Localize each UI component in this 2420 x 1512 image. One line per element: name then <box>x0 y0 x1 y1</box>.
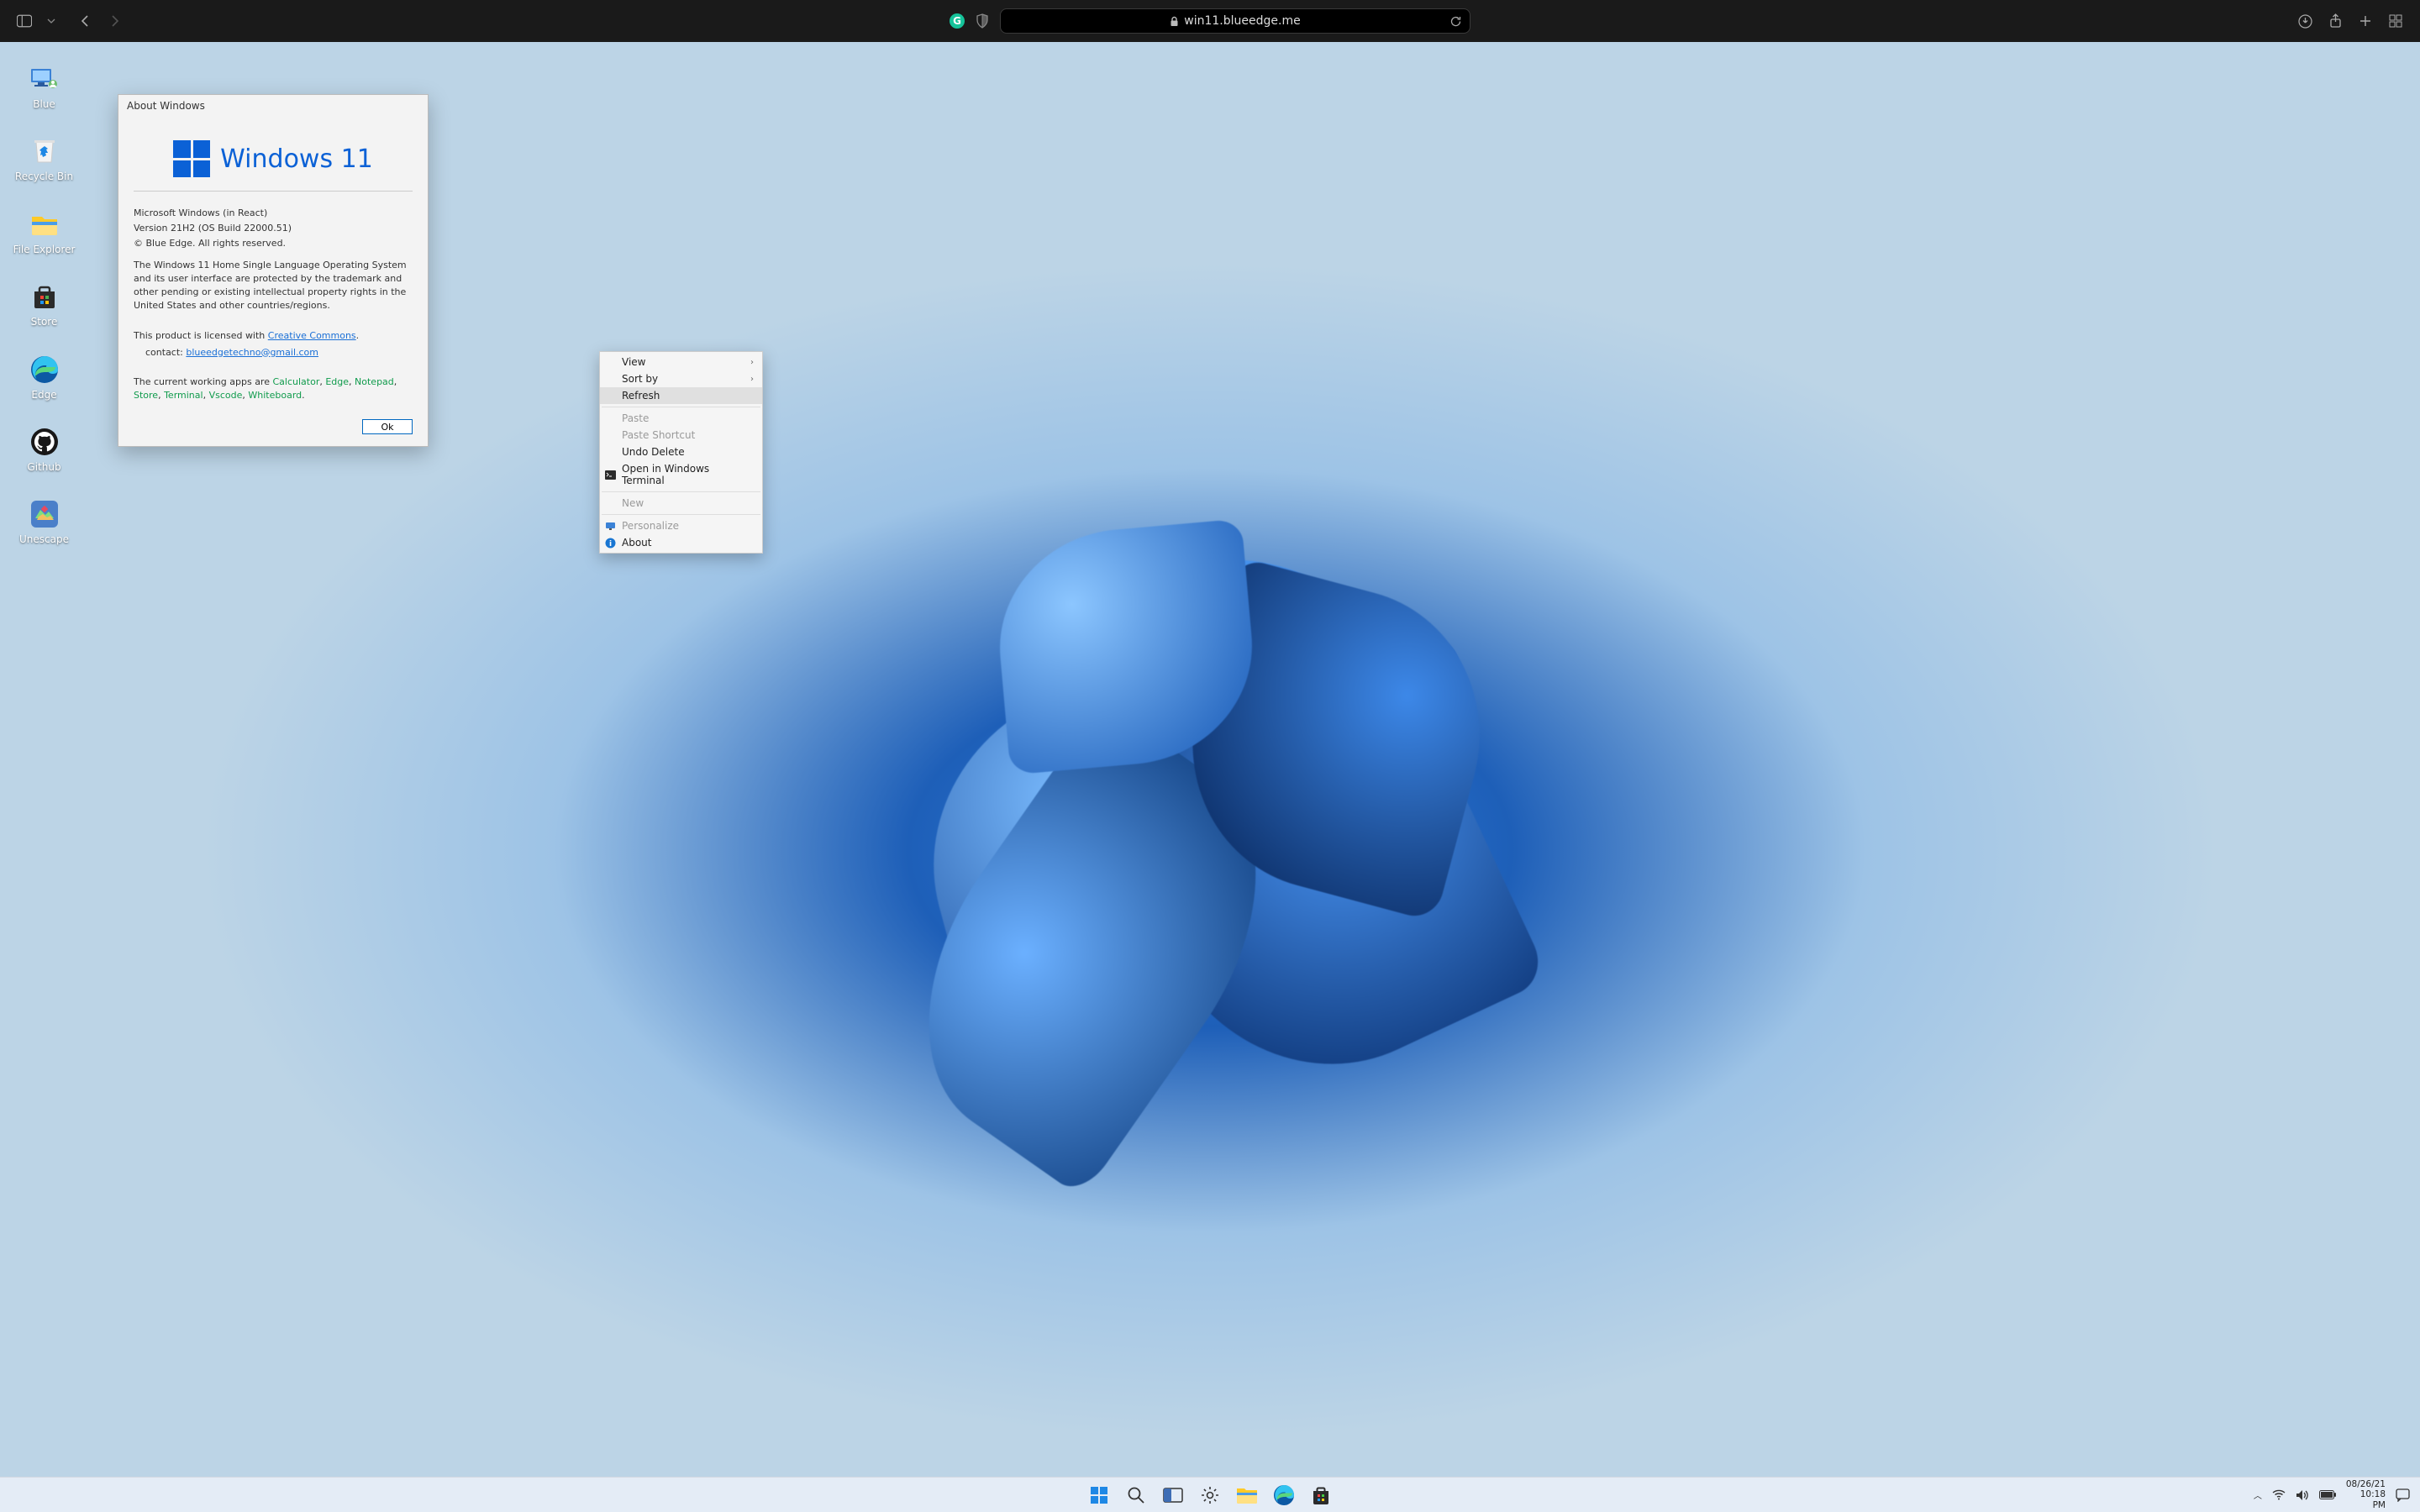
wallpaper <box>832 512 1588 1100</box>
desktop-icon-label: Edge <box>31 389 56 401</box>
github-icon <box>29 426 60 458</box>
browser-toolbar: G win11.blueedge.me <box>0 0 2420 42</box>
app-link[interactable]: Whiteboard <box>248 390 302 401</box>
desktop-icon-label: Store <box>31 316 58 328</box>
ctx-separator <box>602 491 760 492</box>
notifications-icon[interactable] <box>2396 1488 2410 1502</box>
creative-commons-link[interactable]: Creative Commons <box>268 330 356 341</box>
privacy-shield-icon[interactable] <box>975 13 990 29</box>
tray-time: 10:18 <box>2346 1489 2386 1499</box>
ctx-personalize: Personalize <box>600 517 762 534</box>
tray-ampm: PM <box>2346 1500 2386 1510</box>
tray-date: 08/26/21 <box>2346 1479 2386 1489</box>
app-link[interactable]: Notepad <box>355 376 394 387</box>
ok-button[interactable]: Ok <box>362 419 413 434</box>
address-bar[interactable]: win11.blueedge.me <box>1000 8 1470 34</box>
nav-forward-icon[interactable] <box>108 13 123 29</box>
about-version-line: Version 21H2 (OS Build 22000.51) <box>134 222 413 235</box>
url-text: win11.blueedge.me <box>1184 14 1300 28</box>
desktop-icon-store[interactable]: Store <box>13 281 76 328</box>
ctx-undo-delete[interactable]: Undo Delete <box>600 444 762 460</box>
chevron-right-icon: › <box>750 375 754 384</box>
desktop-icon-github[interactable]: Github <box>13 426 76 473</box>
app-link[interactable]: Terminal <box>164 390 203 401</box>
about-legal-text: The Windows 11 Home Single Language Oper… <box>134 259 413 312</box>
store-button[interactable] <box>1307 1481 1335 1509</box>
battery-icon[interactable] <box>2319 1490 2336 1499</box>
tabs-grid-icon[interactable] <box>2388 13 2403 29</box>
taskbar-datetime[interactable]: 08/26/21 10:18 PM <box>2346 1479 2386 1509</box>
desktop-icon-label: Recycle Bin <box>15 171 73 182</box>
about-windows-dialog: About Windows Windows 11 Microsoft Windo… <box>118 94 429 447</box>
search-button[interactable] <box>1122 1481 1150 1509</box>
reload-icon[interactable] <box>1448 13 1463 29</box>
start-button[interactable] <box>1085 1481 1113 1509</box>
ctx-paste-shortcut: Paste Shortcut <box>600 427 762 444</box>
ctx-about[interactable]: i About <box>600 534 762 551</box>
about-product-line: Microsoft Windows (in React) <box>134 207 413 220</box>
user-pc-icon <box>29 63 60 95</box>
file-explorer-button[interactable] <box>1233 1481 1261 1509</box>
ctx-open-terminal[interactable]: Open in Windows Terminal <box>600 460 762 489</box>
sidebar-toggle-icon[interactable] <box>17 13 32 29</box>
contact-email-link[interactable]: blueedgetechno@gmail.com <box>186 347 318 358</box>
desktop-icon-label: Unescape <box>19 533 69 545</box>
desktop-icon-label: Blue <box>33 98 55 110</box>
desktop-icon-explorer[interactable]: File Explorer <box>13 208 76 255</box>
unescape-icon <box>29 498 60 530</box>
downloads-icon[interactable] <box>2297 13 2312 29</box>
windows-logo-icon <box>173 140 210 177</box>
ctx-new: New <box>600 495 762 512</box>
edge-browser-icon <box>29 354 60 386</box>
tray-chevron-up-icon[interactable]: ︿ <box>2254 1488 2262 1501</box>
app-link[interactable]: Vscode <box>209 390 243 401</box>
file-explorer-icon <box>29 208 60 240</box>
new-tab-icon[interactable] <box>2358 13 2373 29</box>
about-apps-line: The current working apps are Calculator,… <box>134 375 413 402</box>
lock-icon <box>1170 16 1179 27</box>
task-view-button[interactable] <box>1159 1481 1187 1509</box>
desktop-context-menu: View› Sort by› Refresh Paste Paste Short… <box>599 351 763 554</box>
info-icon: i <box>604 537 616 549</box>
wifi-icon[interactable] <box>2272 1489 2286 1500</box>
system-tray: ︿ 08/26/21 10:18 PM <box>2254 1479 2420 1509</box>
ctx-refresh[interactable]: Refresh <box>600 387 762 404</box>
volume-icon[interactable] <box>2296 1489 2309 1501</box>
desktop-icon-user[interactable]: Blue <box>13 63 76 110</box>
recycle-bin-icon <box>29 135 60 167</box>
app-link[interactable]: Store <box>134 390 158 401</box>
desktop-icon-label: Github <box>27 461 60 473</box>
ctx-separator <box>602 514 760 515</box>
edge-button[interactable] <box>1270 1481 1298 1509</box>
chevron-right-icon: › <box>750 358 754 367</box>
dialog-title: About Windows <box>118 95 428 117</box>
settings-button[interactable] <box>1196 1481 1224 1509</box>
nav-back-icon[interactable] <box>77 13 92 29</box>
desktop-icons: Blue Recycle Bin File Explorer Store Edg… <box>13 63 76 546</box>
desktop-icon-recycle[interactable]: Recycle Bin <box>13 135 76 182</box>
desktop-icon-label: File Explorer <box>13 244 76 255</box>
share-icon[interactable] <box>2328 13 2343 29</box>
ctx-paste: Paste <box>600 410 762 427</box>
about-copyright-line: © Blue Edge. All rights reserved. <box>134 237 413 250</box>
taskbar-center <box>1085 1481 1335 1509</box>
windows-product-name: Windows 11 <box>220 144 373 174</box>
desktop-icon-unescape[interactable]: Unescape <box>13 498 76 545</box>
chevron-down-icon[interactable] <box>47 13 55 29</box>
terminal-icon <box>604 469 616 480</box>
ctx-sort-by[interactable]: Sort by› <box>600 370 762 387</box>
store-icon <box>29 281 60 312</box>
grammarly-icon[interactable]: G <box>950 13 965 29</box>
desktop-icon-edge[interactable]: Edge <box>13 354 76 401</box>
app-link[interactable]: Edge <box>325 376 349 387</box>
app-link[interactable]: Calculator <box>272 376 319 387</box>
about-contact-line: contact: blueedgetechno@gmail.com <box>134 346 413 360</box>
about-license-line: This product is licensed with Creative C… <box>134 329 413 343</box>
ctx-view[interactable]: View› <box>600 354 762 370</box>
windows-logo: Windows 11 <box>134 125 413 192</box>
taskbar: ︿ 08/26/21 10:18 PM <box>0 1477 2420 1512</box>
monitor-icon <box>604 520 616 532</box>
desktop[interactable]: Blue Recycle Bin File Explorer Store Edg… <box>0 42 2420 1512</box>
svg-text:i: i <box>608 540 611 549</box>
